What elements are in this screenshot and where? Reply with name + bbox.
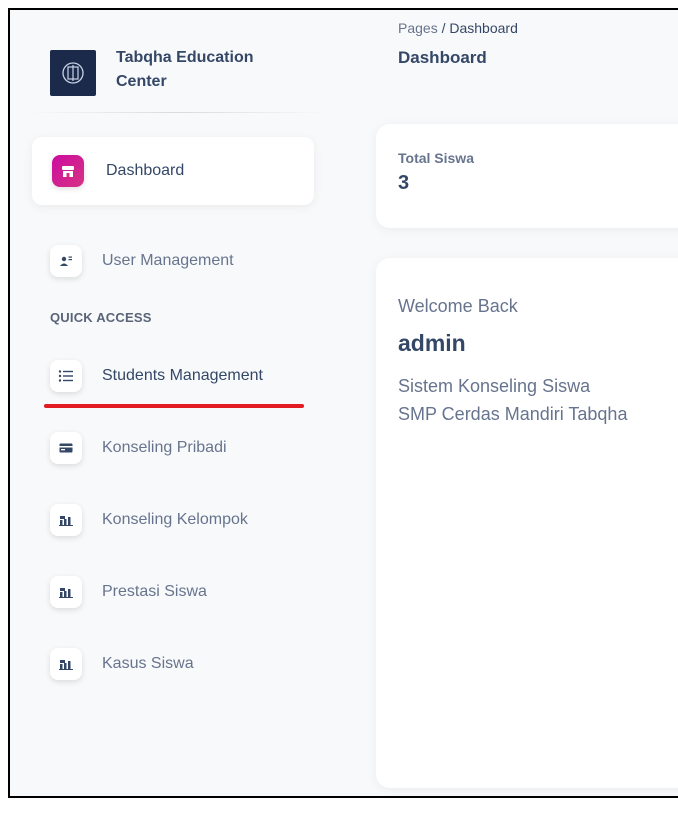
welcome-subtitle: Welcome Back (398, 296, 518, 316)
brand-name: Tabqha Education Center (116, 46, 286, 94)
annotation-underline (44, 404, 304, 408)
sidebar-item-label: User Management (102, 252, 234, 269)
brand-name-line1: Tabqha Education (116, 49, 254, 66)
sidebar-item-label: Prestasi Siswa (102, 583, 207, 600)
brand[interactable]: Tabqha Education Center (50, 46, 286, 96)
stat-label: Total Siswa (398, 150, 474, 166)
breadcrumb-root[interactable]: Pages (398, 20, 438, 36)
chart-icon (50, 576, 82, 608)
page-title: Dashboard (398, 48, 487, 67)
brand-name-line2: Center (116, 73, 167, 90)
sidebar-item-user-management[interactable]: User Management (50, 245, 234, 277)
sidebar-item-students-management[interactable]: Students Management (50, 360, 263, 392)
sidebar-item-konseling-pribadi[interactable]: Konseling Pribadi (50, 432, 227, 464)
total-siswa-card: Total Siswa 3 (376, 124, 678, 228)
breadcrumb-separator: / (441, 20, 446, 36)
school-logo (50, 50, 96, 96)
sidebar-item-label: Kasus Siswa (102, 655, 194, 672)
sidebar-item-kasus-siswa[interactable]: Kasus Siswa (50, 648, 194, 680)
breadcrumb-current: Dashboard (449, 20, 518, 36)
section-title-quick-access: QUICK ACCESS (50, 310, 152, 325)
sidebar-item-label: Dashboard (106, 162, 185, 179)
welcome-card: Welcome Back admin Sistem Konseling Sisw… (376, 258, 678, 788)
chart-icon (50, 648, 82, 680)
sidebar: Tabqha Education Center Dashboard User M… (10, 10, 340, 796)
list-icon (50, 360, 82, 392)
sidebar-divider (28, 112, 328, 113)
sidebar-item-label: Students Management (102, 367, 263, 384)
user-icon (50, 245, 82, 277)
welcome-username: admin (398, 330, 466, 356)
shop-icon (52, 155, 84, 187)
app-frame: Tabqha Education Center Dashboard User M… (8, 8, 678, 798)
breadcrumb: Pages / Dashboard (398, 20, 518, 36)
sidebar-item-label: Konseling Kelompok (102, 511, 248, 528)
sidebar-item-label: Konseling Pribadi (102, 439, 227, 456)
sidebar-item-prestasi-siswa[interactable]: Prestasi Siswa (50, 576, 207, 608)
welcome-line-system: Sistem Konseling Siswa (398, 376, 591, 396)
sidebar-item-dashboard[interactable]: Dashboard (32, 137, 314, 205)
stat-value: 3 (398, 172, 410, 194)
card-icon (50, 432, 82, 464)
welcome-line-school: SMP Cerdas Mandiri Tabqha (398, 404, 628, 424)
sidebar-item-konseling-kelompok[interactable]: Konseling Kelompok (50, 504, 248, 536)
chart-icon (50, 504, 82, 536)
